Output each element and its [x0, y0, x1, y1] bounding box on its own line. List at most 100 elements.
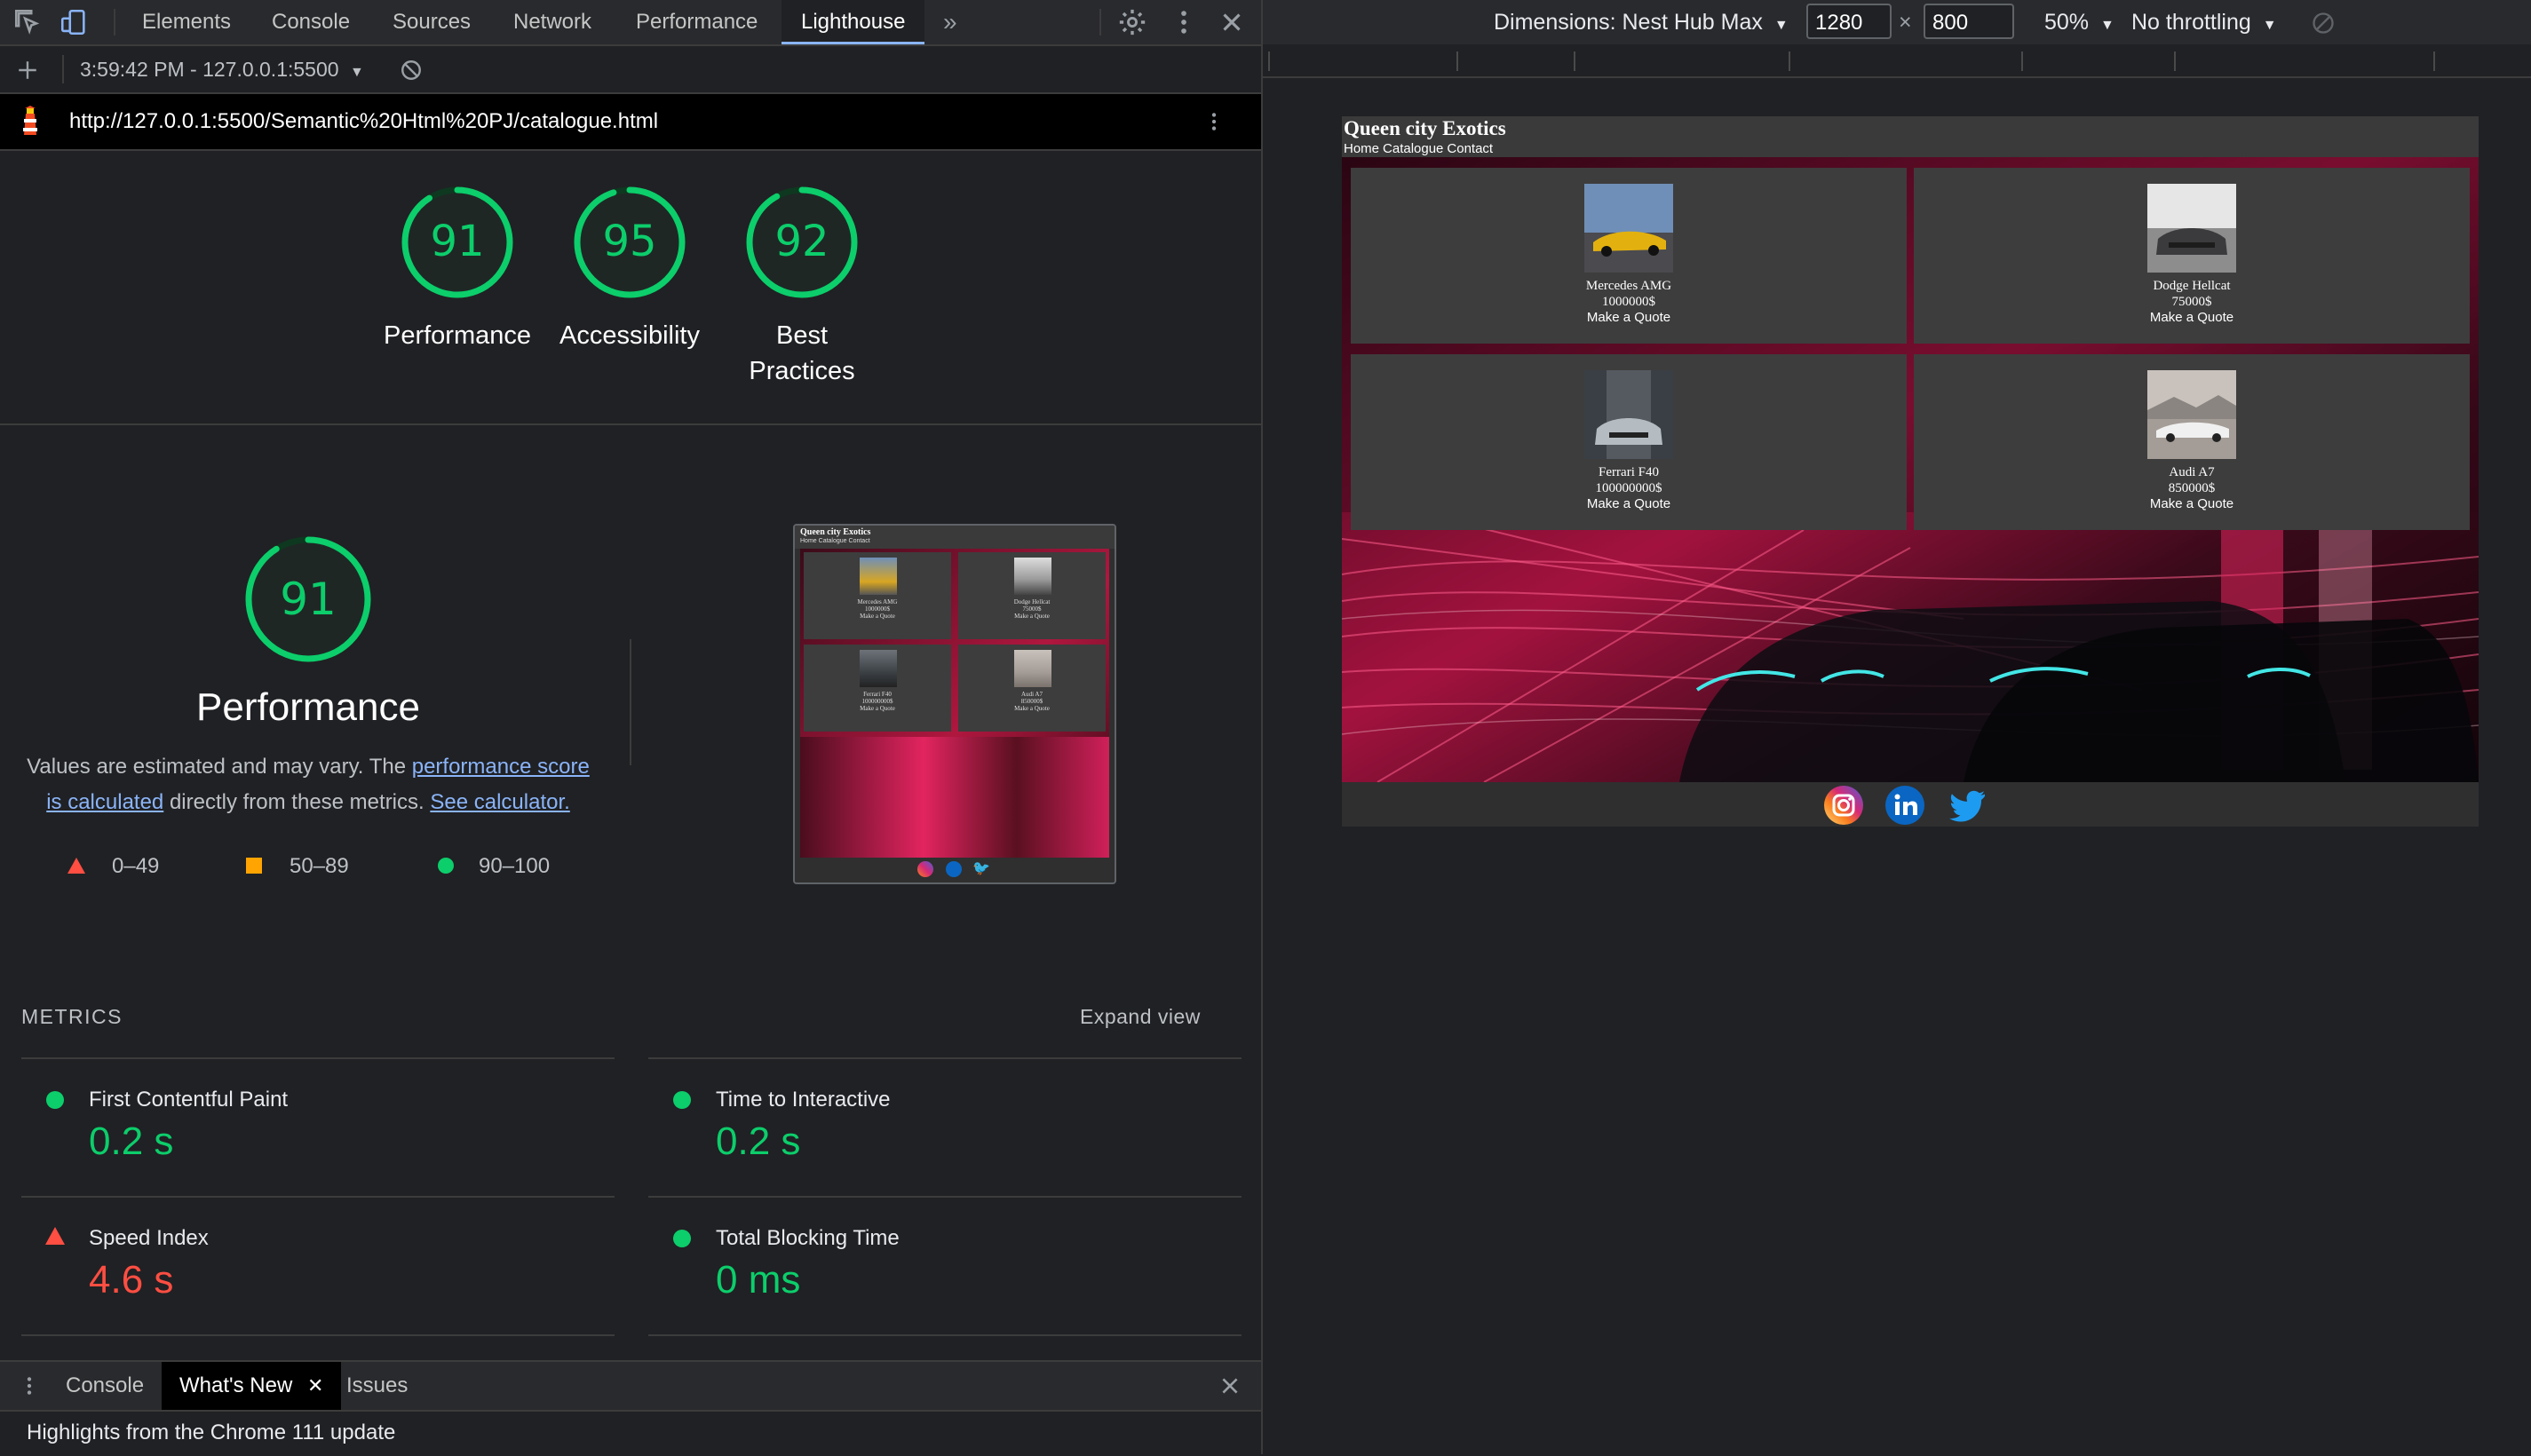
make-a-quote-link[interactable]: Make a Quote	[1914, 496, 2470, 512]
car-name: Ferrari F40	[1599, 465, 1659, 479]
tab-performance[interactable]: Performance	[636, 0, 758, 44]
ruler-segment[interactable]	[1456, 51, 1565, 71]
more-tabs-icon[interactable]: »	[943, 0, 957, 44]
device-toolbar: Dimensions: Nest Hub Max ▼ 1280 × 800 50…	[1263, 0, 2531, 44]
ruler-segment[interactable]	[2174, 51, 2424, 71]
kebab-menu-icon[interactable]	[1169, 7, 1199, 37]
drawer-tab-issues[interactable]: Issues	[346, 1362, 408, 1410]
tab-network[interactable]: Network	[513, 0, 591, 44]
metric-value: 0.2 s	[716, 1120, 801, 1163]
tab-lighthouse[interactable]: Lighthouse	[782, 0, 925, 44]
mini-car-price: 75000$	[1022, 605, 1042, 613]
description-text: directly from these metrics.	[163, 790, 431, 814]
metric-total-blocking-time[interactable]: Total Blocking Time 0 ms	[648, 1196, 1242, 1334]
throttling-select[interactable]: No throttling ▼	[2131, 0, 2277, 48]
clear-all-icon[interactable]	[400, 59, 423, 82]
drawer-tab-console[interactable]: Console	[66, 1362, 144, 1410]
device-toolbar-icon[interactable]	[59, 7, 89, 37]
mini-instagram-icon	[917, 861, 933, 877]
device-dimensions-select[interactable]: Dimensions: Nest Hub Max ▼	[1494, 0, 1789, 48]
final-screenshot-thumbnail[interactable]: Queen city Exotics Home Catalogue Contac…	[793, 524, 1116, 884]
mini-car-cta: Make a Quote	[1014, 705, 1050, 712]
chevron-down-icon: ▼	[1773, 18, 1789, 33]
metric-time-to-interactive[interactable]: Time to Interactive 0.2 s	[648, 1057, 1242, 1196]
close-tab-icon[interactable]: ✕	[307, 1374, 323, 1397]
gauge-best-practices[interactable]: 92	[744, 185, 860, 300]
ruler-segment[interactable]	[2021, 51, 2165, 71]
chevron-down-icon: ▼	[2262, 18, 2277, 33]
device-width-input[interactable]: 1280	[1806, 4, 1892, 39]
mini-car-cta: Make a Quote	[860, 613, 895, 620]
lighthouse-logo-icon	[23, 106, 37, 135]
close-drawer-icon[interactable]	[1218, 1374, 1242, 1397]
tab-console[interactable]: Console	[272, 0, 350, 44]
ruler-segment[interactable]	[1574, 51, 1780, 71]
devtools-panel: Elements Console Sources Network Perform…	[0, 0, 1263, 1456]
drawer-tab-whats-new[interactable]: What's New ✕	[162, 1362, 342, 1410]
ruler-segment[interactable]	[2433, 51, 2524, 71]
instagram-icon[interactable]	[1817, 784, 1870, 827]
make-a-quote-link[interactable]: Make a Quote	[1914, 310, 2470, 326]
linkedin-icon[interactable]	[1878, 784, 1932, 827]
rotate-device-icon[interactable]	[2311, 11, 2336, 36]
new-report-plus-icon[interactable]	[16, 59, 39, 82]
report-url[interactable]: http://127.0.0.1:5500/Semantic%20Html%20…	[69, 94, 658, 149]
ruler-segment[interactable]	[1789, 51, 2012, 71]
tab-elements[interactable]: Elements	[142, 0, 231, 44]
nav-home-link[interactable]: Home	[1344, 141, 1379, 156]
product-card[interactable]: Mercedes AMG 1000000$ Make a Quote	[1351, 168, 1907, 344]
car-image	[2147, 184, 2236, 273]
score-value: 91	[280, 574, 337, 625]
inspect-element-icon[interactable]	[12, 7, 43, 37]
car-image	[1584, 370, 1673, 459]
fail-triangle-icon	[45, 1227, 65, 1245]
tab-sources[interactable]: Sources	[393, 0, 471, 44]
product-card[interactable]: Ferrari F40 100000000$ Make a Quote	[1351, 354, 1907, 530]
performance-description: Values are estimated and may vary. The p…	[18, 749, 599, 820]
car-image	[2147, 370, 2236, 459]
mini-car-image	[1014, 650, 1051, 687]
ruler-segment[interactable]	[1268, 51, 1448, 71]
expand-view-toggle[interactable]: Expand view	[1080, 1005, 1201, 1029]
report-menu-icon[interactable]	[1202, 110, 1226, 133]
device-emulation-area: Dimensions: Nest Hub Max ▼ 1280 × 800 50…	[1263, 0, 2531, 1454]
car-image	[1584, 184, 1673, 273]
metric-speed-index[interactable]: Speed Index 4.6 s	[21, 1196, 615, 1334]
pass-circle-icon	[673, 1091, 691, 1109]
zoom-select[interactable]: 50% ▼	[2044, 0, 2114, 48]
settings-gear-icon[interactable]	[1117, 7, 1147, 37]
performance-score-link[interactable]: performance score	[412, 755, 590, 779]
twitter-icon[interactable]	[1940, 784, 1994, 827]
gauge-accessibility[interactable]: 95	[572, 185, 687, 300]
make-a-quote-link[interactable]: Make a Quote	[1351, 496, 1907, 512]
car-photo-dodge	[2147, 184, 2236, 273]
score-label-line: Practices	[749, 357, 855, 385]
mini-car-image	[1014, 558, 1051, 595]
site-header: Queen city Exotics Home Catalogue Contact	[1342, 116, 2479, 157]
is-calculated-link[interactable]: is calculated	[46, 790, 163, 814]
report-selector[interactable]: 3:59:42 PM - 127.0.0.1:5500 ▼	[80, 46, 364, 96]
legend-fail: 0–49	[112, 854, 160, 878]
divider	[630, 639, 631, 765]
drawer-menu-icon[interactable]	[18, 1374, 41, 1397]
score-label: Performance	[383, 321, 531, 350]
performance-title: Performance	[196, 685, 420, 729]
metric-first-contentful-paint[interactable]: First Contentful Paint 0.2 s	[21, 1057, 615, 1196]
see-calculator-link[interactable]: See calculator.	[430, 790, 569, 814]
mini-car-price: 850000$	[1020, 698, 1043, 705]
media-query-ruler	[1263, 48, 2531, 78]
close-devtools-icon[interactable]	[1217, 7, 1247, 37]
gauge-performance[interactable]: 91	[400, 185, 515, 300]
divider	[648, 1334, 1242, 1336]
device-height-input[interactable]: 800	[1924, 4, 2014, 39]
chevron-down-icon: ▼	[2100, 18, 2114, 33]
pass-circle-icon	[673, 1230, 691, 1247]
mini-car-cta: Make a Quote	[860, 705, 895, 712]
site-title: Queen city Exotics	[1344, 117, 1506, 139]
nav-contact-link[interactable]: Contact	[1447, 141, 1493, 156]
nav-catalogue-link[interactable]: Catalogue	[1383, 141, 1443, 156]
product-card[interactable]: Audi A7 850000$ Make a Quote	[1914, 354, 2470, 530]
product-card[interactable]: Dodge Hellcat 75000$ Make a Quote	[1914, 168, 2470, 344]
car-price: 100000000$	[1595, 481, 1662, 495]
make-a-quote-link[interactable]: Make a Quote	[1351, 310, 1907, 326]
